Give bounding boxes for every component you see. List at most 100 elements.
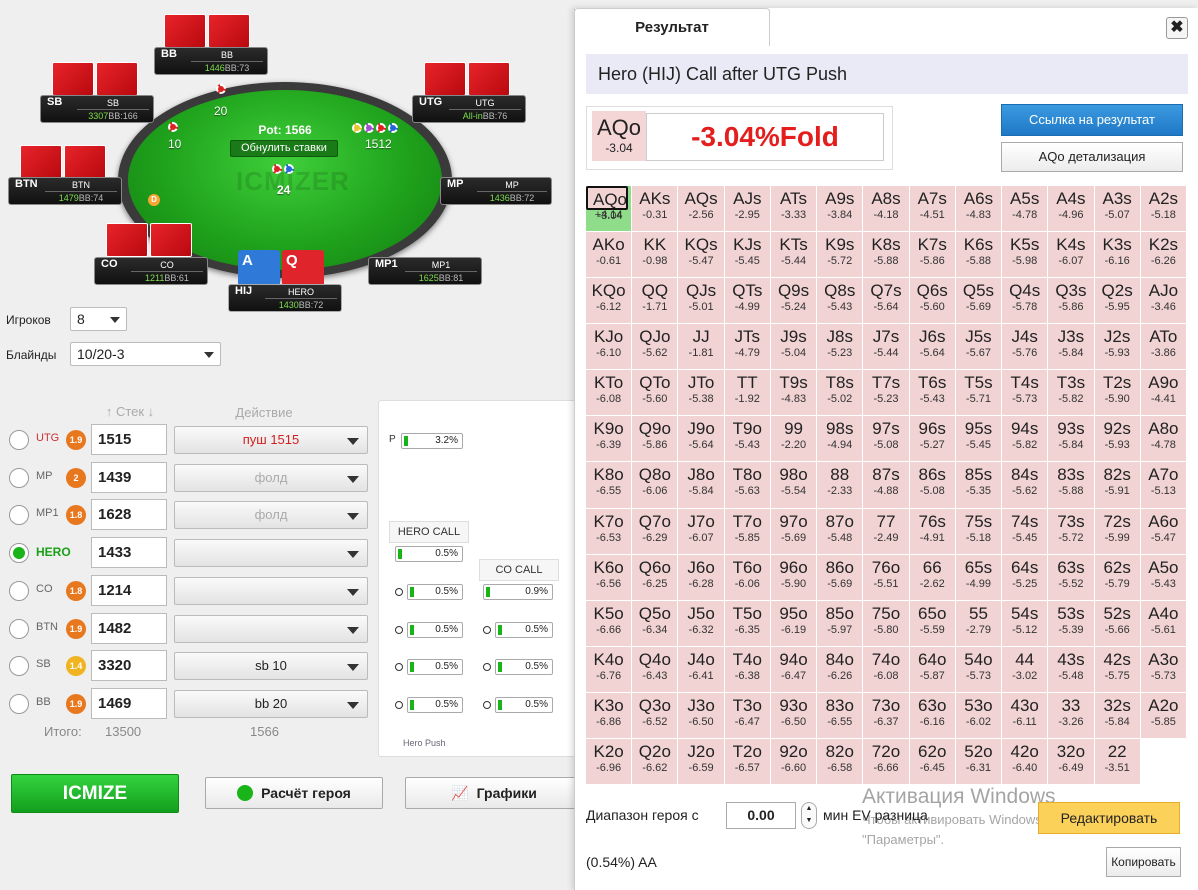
hand-cell[interactable]: 75o -5.80 bbox=[863, 600, 909, 646]
hand-cell[interactable]: 88 -2.33 bbox=[817, 462, 863, 508]
action-select[interactable] bbox=[174, 615, 368, 643]
player-radio[interactable] bbox=[9, 505, 29, 525]
stack-input[interactable]: 1469 bbox=[91, 688, 167, 719]
hand-cell[interactable]: J2o -6.59 bbox=[678, 738, 724, 784]
hand-cell[interactable]: 52o -6.31 bbox=[955, 738, 1002, 784]
seat-sb[interactable]: SB SB 3307BB:166 bbox=[40, 95, 154, 123]
hand-cell[interactable]: QTs -4.99 bbox=[724, 278, 770, 324]
hand-cell[interactable]: 86s -5.08 bbox=[909, 462, 955, 508]
hand-cell[interactable]: A4s -4.96 bbox=[1048, 186, 1094, 232]
seat-utg[interactable]: UTG UTG All-inBB:76 bbox=[412, 95, 526, 123]
hand-cell[interactable]: J8o -5.84 bbox=[678, 462, 724, 508]
hand-cell[interactable]: KJo -6.10 bbox=[586, 324, 632, 370]
hand-cell[interactable]: 93o -6.50 bbox=[770, 692, 817, 738]
hand-cell[interactable]: 53o -6.02 bbox=[955, 692, 1002, 738]
hand-cell[interactable]: 93s -5.84 bbox=[1048, 416, 1094, 462]
hand-cell[interactable]: T7s -5.23 bbox=[863, 370, 909, 416]
hand-cell[interactable]: K6o -6.56 bbox=[586, 554, 632, 600]
hand-cell[interactable]: K3s -6.16 bbox=[1094, 232, 1140, 278]
hand-cell[interactable]: 86o -5.69 bbox=[817, 554, 863, 600]
hand-cell[interactable]: 96s -5.27 bbox=[909, 416, 955, 462]
hand-cell[interactable]: J3o -6.50 bbox=[678, 692, 724, 738]
hand-cell[interactable]: 76s -4.91 bbox=[909, 508, 955, 554]
hand-cell[interactable]: 52s -5.66 bbox=[1094, 600, 1140, 646]
hand-cell[interactable]: T9o -5.43 bbox=[724, 416, 770, 462]
seat-mp1[interactable]: MP1 MP1 1625BB:81 bbox=[368, 257, 482, 285]
hand-cell[interactable]: Q9o -5.86 bbox=[632, 416, 678, 462]
players-select[interactable]: 8 bbox=[70, 307, 127, 331]
hand-cell[interactable]: 87s -4.88 bbox=[863, 462, 909, 508]
hero-call-node[interactable]: HERO CALL bbox=[389, 521, 469, 543]
hand-cell[interactable]: KQs -5.47 bbox=[678, 232, 724, 278]
hand-cell[interactable]: 83o -6.55 bbox=[817, 692, 863, 738]
hand-cell[interactable]: ATs -3.33 bbox=[770, 186, 817, 232]
hand-cell[interactable]: A5o -5.43 bbox=[1140, 554, 1186, 600]
hand-cell[interactable]: AKs -0.31 bbox=[632, 186, 678, 232]
hand-cell[interactable]: 72o -6.66 bbox=[863, 738, 909, 784]
stack-input[interactable]: 1628 bbox=[91, 499, 167, 530]
hand-cell[interactable]: A7o -5.13 bbox=[1140, 462, 1186, 508]
stack-input[interactable]: 1439 bbox=[91, 462, 167, 493]
hand-cell[interactable]: T2s -5.90 bbox=[1094, 370, 1140, 416]
hero-calc-button[interactable]: Расчёт героя bbox=[205, 777, 383, 809]
player-radio[interactable] bbox=[9, 619, 29, 639]
hand-cell[interactable]: K3o -6.86 bbox=[586, 692, 632, 738]
hero-call-bar[interactable]: 0.5% bbox=[407, 622, 463, 638]
hand-cell[interactable]: Q4o -6.43 bbox=[632, 646, 678, 692]
hand-cell[interactable]: T3o -6.47 bbox=[724, 692, 770, 738]
seat-btn[interactable]: BTN BTN 1479BB:74 bbox=[8, 177, 122, 205]
player-radio[interactable] bbox=[9, 581, 29, 601]
hand-cell[interactable]: 65o -5.59 bbox=[909, 600, 955, 646]
hand-cell[interactable]: KTs -5.44 bbox=[770, 232, 817, 278]
stack-input[interactable]: 1214 bbox=[91, 575, 167, 606]
hand-cell[interactable]: 55 -2.79 bbox=[955, 600, 1002, 646]
hand-cell[interactable]: T3s -5.82 bbox=[1048, 370, 1094, 416]
hand-cell[interactable]: A6o -5.47 bbox=[1140, 508, 1186, 554]
hand-cell[interactable]: A2s -5.18 bbox=[1140, 186, 1186, 232]
hand-cell[interactable]: Q2s -5.95 bbox=[1094, 278, 1140, 324]
hand-cell[interactable]: Q2o -6.62 bbox=[632, 738, 678, 784]
hand-cell[interactable]: 32o -6.49 bbox=[1048, 738, 1094, 784]
hand-cell[interactable]: 85o -5.97 bbox=[817, 600, 863, 646]
hand-cell[interactable]: 83s -5.88 bbox=[1048, 462, 1094, 508]
hero-call-bar[interactable]: 0.5% bbox=[395, 546, 463, 562]
hand-cell[interactable]: J9o -5.64 bbox=[678, 416, 724, 462]
result-link-button[interactable]: Ссылка на результат bbox=[1001, 104, 1183, 136]
action-select[interactable]: фолд bbox=[174, 501, 368, 529]
co-call-bar[interactable]: 0.5% bbox=[495, 697, 553, 713]
hand-cell[interactable]: 97o -5.69 bbox=[770, 508, 817, 554]
hand-cell[interactable]: A7s -4.51 bbox=[909, 186, 955, 232]
hand-cell[interactable]: QQ -1.71 bbox=[632, 278, 678, 324]
hand-cell[interactable]: 54s -5.12 bbox=[1002, 600, 1048, 646]
hand-cell[interactable]: K8o -6.55 bbox=[586, 462, 632, 508]
hand-cell[interactable]: 74s -5.45 bbox=[1002, 508, 1048, 554]
hand-cell[interactable]: KQo -6.12 bbox=[586, 278, 632, 324]
reset-bets-button[interactable]: Обнулить ставки bbox=[230, 140, 338, 157]
action-select[interactable]: sb 10 bbox=[174, 652, 368, 680]
hand-cell[interactable]: 53s -5.39 bbox=[1048, 600, 1094, 646]
hand-cell[interactable]: A2o -5.85 bbox=[1140, 692, 1186, 738]
hand-cell[interactable]: 97s -5.08 bbox=[863, 416, 909, 462]
hand-cell[interactable]: Q3o -6.52 bbox=[632, 692, 678, 738]
hand-cell[interactable]: AQo -3.04 bbox=[586, 186, 629, 222]
edit-button[interactable]: Редактировать bbox=[1038, 802, 1180, 834]
action-select[interactable]: bb 20 bbox=[174, 690, 368, 718]
hand-cell[interactable]: 87o -5.48 bbox=[817, 508, 863, 554]
hand-cell[interactable]: K4s -6.07 bbox=[1048, 232, 1094, 278]
hand-cell[interactable]: T5s -5.71 bbox=[955, 370, 1002, 416]
hand-cell[interactable]: 94o -6.47 bbox=[770, 646, 817, 692]
hand-cell[interactable]: T4s -5.73 bbox=[1002, 370, 1048, 416]
hand-cell[interactable]: K2s -6.26 bbox=[1140, 232, 1186, 278]
hand-cell[interactable]: Q5o -6.34 bbox=[632, 600, 678, 646]
hand-cell[interactable]: QTo -5.60 bbox=[632, 370, 678, 416]
hand-cell[interactable]: K7s -5.86 bbox=[909, 232, 955, 278]
hand-cell[interactable]: K9o -6.39 bbox=[586, 416, 632, 462]
hand-cell[interactable]: T9s -4.83 bbox=[770, 370, 817, 416]
hand-cell[interactable]: K4o -6.76 bbox=[586, 646, 632, 692]
hand-cell[interactable]: 92o -6.60 bbox=[770, 738, 817, 784]
hand-cell[interactable]: K7o -6.53 bbox=[586, 508, 632, 554]
hand-cell[interactable]: Q4s -5.78 bbox=[1002, 278, 1048, 324]
seat-bb[interactable]: BB BB 1446BB:73 bbox=[154, 47, 268, 75]
hand-cell[interactable]: J2s -5.93 bbox=[1094, 324, 1140, 370]
hand-cell[interactable]: J6o -6.28 bbox=[678, 554, 724, 600]
